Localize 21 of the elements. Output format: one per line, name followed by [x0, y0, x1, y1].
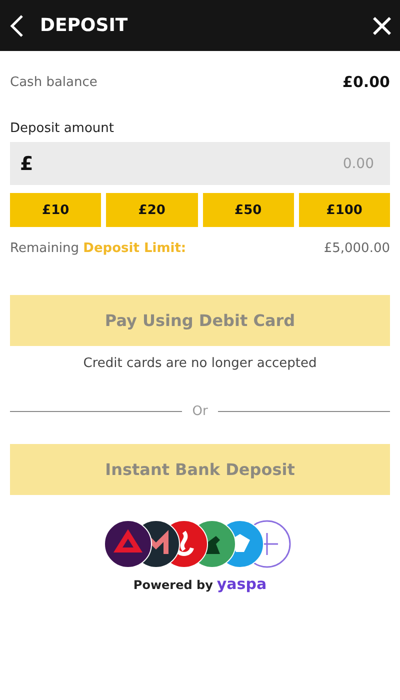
- deposit-amount-field[interactable]: £ 0.00: [10, 142, 390, 185]
- quick-amount-button[interactable]: £50: [202, 193, 294, 227]
- close-icon: [372, 16, 392, 36]
- currency-symbol: £: [20, 152, 34, 174]
- cash-balance-value: £0.00: [342, 73, 390, 91]
- yaspa-logo: yaspa: [216, 575, 267, 593]
- remaining-limit-text: Remaining Deposit Limit:: [10, 241, 186, 256]
- quick-amount-button[interactable]: £100: [298, 193, 390, 227]
- close-button[interactable]: [372, 16, 392, 36]
- page-title: DEPOSIT: [40, 15, 129, 36]
- back-icon: [10, 14, 24, 38]
- or-divider-text: Or: [192, 404, 208, 419]
- quick-amount-button[interactable]: £10: [10, 193, 102, 227]
- back-button[interactable]: [10, 14, 24, 38]
- cash-balance-label: Cash balance: [10, 74, 98, 90]
- deposit-amount-label: Deposit amount: [10, 121, 115, 136]
- powered-by-text: Powered by: [133, 578, 213, 592]
- credit-card-note: Credit cards are no longer accepted: [82, 356, 318, 371]
- quick-amount-button[interactable]: £20: [106, 193, 198, 227]
- remaining-limit-value: £5,000.00: [324, 241, 390, 256]
- amount-input[interactable]: 0.00: [33, 154, 376, 172]
